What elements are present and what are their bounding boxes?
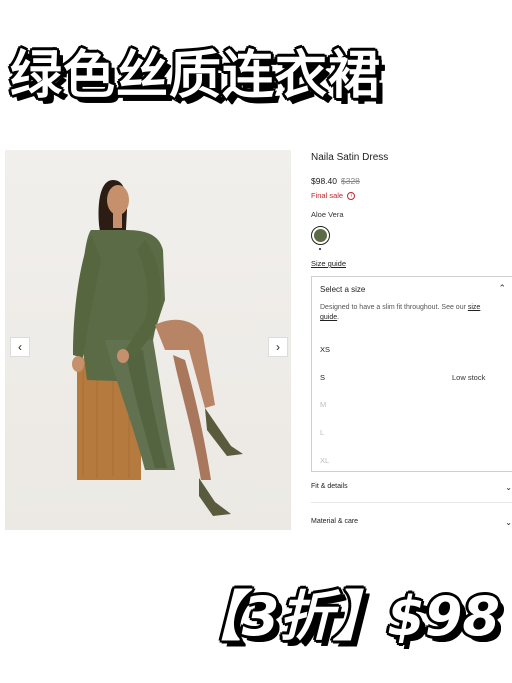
product-photo xyxy=(5,150,291,530)
size-fit-description: Designed to have a slim fit throughout. … xyxy=(320,303,500,323)
model-illustration xyxy=(72,180,243,516)
sale-price: $98.40 xyxy=(311,176,337,186)
discount-price-banner: 【3折】$98 xyxy=(187,585,500,648)
size-option-s[interactable]: S xyxy=(320,373,325,382)
low-stock-badge: Low stock xyxy=(452,373,486,382)
chevron-right-icon: › xyxy=(276,340,280,354)
product-name: Naila Satin Dress xyxy=(311,152,389,163)
selected-indicator xyxy=(319,248,321,250)
size-option-xs[interactable]: XS xyxy=(320,345,330,354)
size-option-l: L xyxy=(320,428,325,437)
price-block: $98.40 $328 xyxy=(311,176,360,186)
carousel-prev-button[interactable]: ‹ xyxy=(10,337,30,357)
color-name: Aloe Vera xyxy=(311,210,344,219)
size-selector-dropdown[interactable]: Select a size ⌃ Designed to have a slim … xyxy=(311,276,512,472)
shoe-right xyxy=(199,478,231,516)
accordion-fit-details[interactable]: Fit & details ⌄ xyxy=(311,483,512,492)
accordion-material-care[interactable]: Material & care ⌄ xyxy=(311,518,512,527)
chevron-up-icon[interactable]: ⌃ xyxy=(498,283,506,294)
chevron-down-icon: ⌄ xyxy=(505,518,512,527)
accordion-material-label: Material & care xyxy=(311,518,359,525)
size-option-xl: XL xyxy=(320,456,330,465)
final-sale-notice: Final sale i xyxy=(311,191,356,201)
size-description-text: Designed to have a slim fit throughout. … xyxy=(320,304,466,311)
shoe-left xyxy=(205,408,243,456)
final-sale-label: Final sale xyxy=(311,191,344,200)
size-selector-title: Select a size xyxy=(320,285,366,294)
size-description-end: . xyxy=(337,314,340,321)
accordion-fit-label: Fit & details xyxy=(311,483,348,490)
carousel-next-button[interactable]: › xyxy=(268,337,288,357)
divider xyxy=(311,502,512,503)
info-icon[interactable]: i xyxy=(347,192,356,201)
original-price: $328 xyxy=(341,176,360,186)
headline-banner: 绿色丝质连衣裙 xyxy=(10,46,382,106)
chevron-down-icon: ⌄ xyxy=(505,483,512,492)
swatch-fill xyxy=(314,229,327,242)
face xyxy=(107,185,129,215)
size-guide-link[interactable]: Size guide xyxy=(311,259,346,268)
color-swatch-aloe-vera[interactable] xyxy=(311,226,330,245)
size-option-m: M xyxy=(320,400,327,409)
chevron-left-icon: ‹ xyxy=(18,340,22,354)
